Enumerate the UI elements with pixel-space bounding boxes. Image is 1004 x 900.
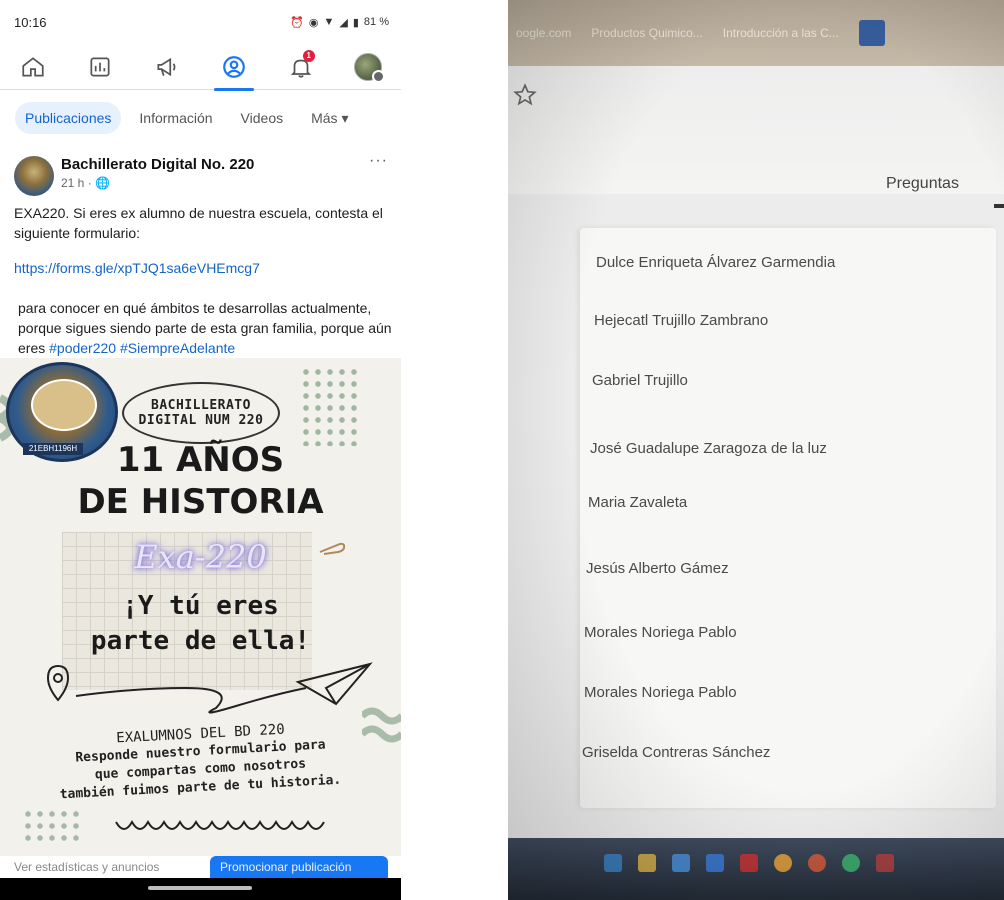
browser-bookmarks-bar: oogle.com Productos Quimico... Introducc… [508,0,1004,66]
post-options-icon[interactable]: ··· [369,152,388,170]
whatsapp-icon[interactable] [842,854,860,872]
alarm-icon: ⏰ [290,16,304,29]
hashtag-poder220[interactable]: #poder220 [49,340,116,356]
signal-icon: ◢ [339,16,348,29]
bubble-line-1: BACHILLERATO [151,398,251,413]
nav-home[interactable] [5,44,61,90]
nav-profile[interactable] [206,44,262,91]
phone-screenshot: 10:16 ⏰ ◉ ▼ ◢ ▮ 81 % 1 Publicaciones Inf… [0,0,401,900]
poster-title-2: DE HISTORIA [77,482,324,522]
hashtag-siempreadelante[interactable]: #SiempreAdelante [120,340,235,356]
tab-videos[interactable]: Videos [231,102,294,134]
list-item: Jesús Alberto Gámez [586,560,729,577]
app-icon[interactable] [876,854,894,872]
boost-post-button[interactable]: Promocionar publicación [210,856,388,878]
status-icons: ⏰ ◉ ▼ ◢ ▮ 81 % [290,16,389,29]
status-time: 10:16 [14,14,47,30]
list-item: Griselda Contreras Sánchez [582,744,771,761]
dots-decoration [300,366,360,446]
list-item: Hejecatl Trujillo Zambrano [594,312,769,329]
menu-dot-icon [371,69,385,83]
mail-icon[interactable] [706,854,724,872]
tab-mas[interactable]: Más ▾ [301,102,358,135]
browser-extension-icon[interactable] [858,20,885,46]
squiggle-decoration [362,707,401,743]
avatar-menu-icon [353,52,385,83]
paperclip-icon [319,542,346,555]
speech-bubble: BACHILLERATO DIGITAL NUM 220 [122,382,280,444]
list-item: Dulce Enriqueta Álvarez Garmendia [596,254,836,271]
list-item: José Guadalupe Zaragoza de la luz [590,440,827,457]
bookmark-google[interactable]: oogle.com [516,26,571,40]
profile-icon [223,55,245,78]
star-icon[interactable] [512,82,538,108]
battery-level: 81 % [363,16,389,28]
nav-ads[interactable] [139,44,195,90]
page-name[interactable]: Bachillerato Digital No. 220 [61,156,254,173]
tab-informacion[interactable]: Información [129,102,222,134]
firefox-icon[interactable] [808,854,826,872]
dots-decoration [22,808,82,844]
battery-icon: ▮ [352,16,359,29]
post-link[interactable]: https://forms.gle/xpTJQ1sa6eVHEmcg7 [14,258,394,278]
post-text-intro: EXA220. Si eres ex alumno de nuestra esc… [14,205,383,241]
post-actions: Ver estadísticas y anuncios Promocionar … [0,856,401,878]
facebook-nav-bar: 1 [0,44,401,91]
zigzag-decoration [115,819,325,830]
notification-badge: 1 [302,49,315,62]
tab-underline [994,204,1004,208]
nav-account-menu[interactable] [340,44,396,90]
gesture-bar [0,878,401,900]
post-text-body: para conocer en qué ámbitos te desarroll… [18,298,398,358]
bubble-line-2: DIGITAL NUM 220 [138,413,264,428]
nav-notifications[interactable]: 1 [273,44,329,90]
profile-tabs: Publicaciones Información Videos Más ▾ [0,98,401,138]
post-image[interactable]: 21EBH1196H BACHILLERATO DIGITAL NUM 220 … [0,358,401,856]
windows-taskbar [508,838,1004,900]
taskbar-icons [604,854,894,872]
poster-line-1: ¡Y tú eres [122,591,279,621]
page-avatar[interactable] [14,156,54,196]
list-item: Gabriel Trujillo [592,372,688,389]
list-item: Morales Noriega Pablo [584,624,737,641]
status-bar: 10:16 ⏰ ◉ ▼ ◢ ▮ 81 % [0,0,401,44]
post-time: 21 h · 🌐 [61,176,110,190]
paper-plane-icon [46,662,373,714]
chrome-icon[interactable] [774,854,792,872]
tab-preguntas[interactable]: Preguntas [886,175,959,193]
vibrate-icon: ◉ [308,16,319,29]
home-icon [22,56,45,77]
list-item: Maria Zavaleta [588,494,688,511]
wifi-icon: ▼ [323,16,335,28]
tab-publicaciones[interactable]: Publicaciones [15,102,122,134]
list-item: Morales Noriega Pablo [584,684,737,701]
insights-link[interactable]: Ver estadísticas y anuncios [14,860,159,874]
post-header: Bachillerato Digital No. 220 21 h · 🌐 ··… [14,150,390,196]
laptop-screen-photo: oogle.com Productos Quimico... Introducc… [508,0,1004,900]
poster-line-2: parte de ella! [90,626,311,656]
seal-landscape [31,379,97,431]
screenshot-collage: 10:16 ⏰ ◉ ▼ ◢ ▮ 81 % 1 Publicaciones Inf… [0,0,1004,900]
bookmark-productos-quimicos[interactable]: Productos Quimico... [591,26,702,40]
bookmark-introduccion[interactable]: Introducción a las C... [723,26,839,40]
dashboard-icon [90,56,110,77]
start-icon[interactable] [604,854,622,872]
pdf-icon[interactable] [740,854,758,872]
nav-dashboard[interactable] [72,44,128,90]
folder-icon[interactable] [638,854,656,872]
home-indicator[interactable] [148,886,252,890]
megaphone-icon [157,57,176,76]
poster-title-1: 11 AÑOS [116,440,285,480]
store-icon[interactable] [672,854,690,872]
